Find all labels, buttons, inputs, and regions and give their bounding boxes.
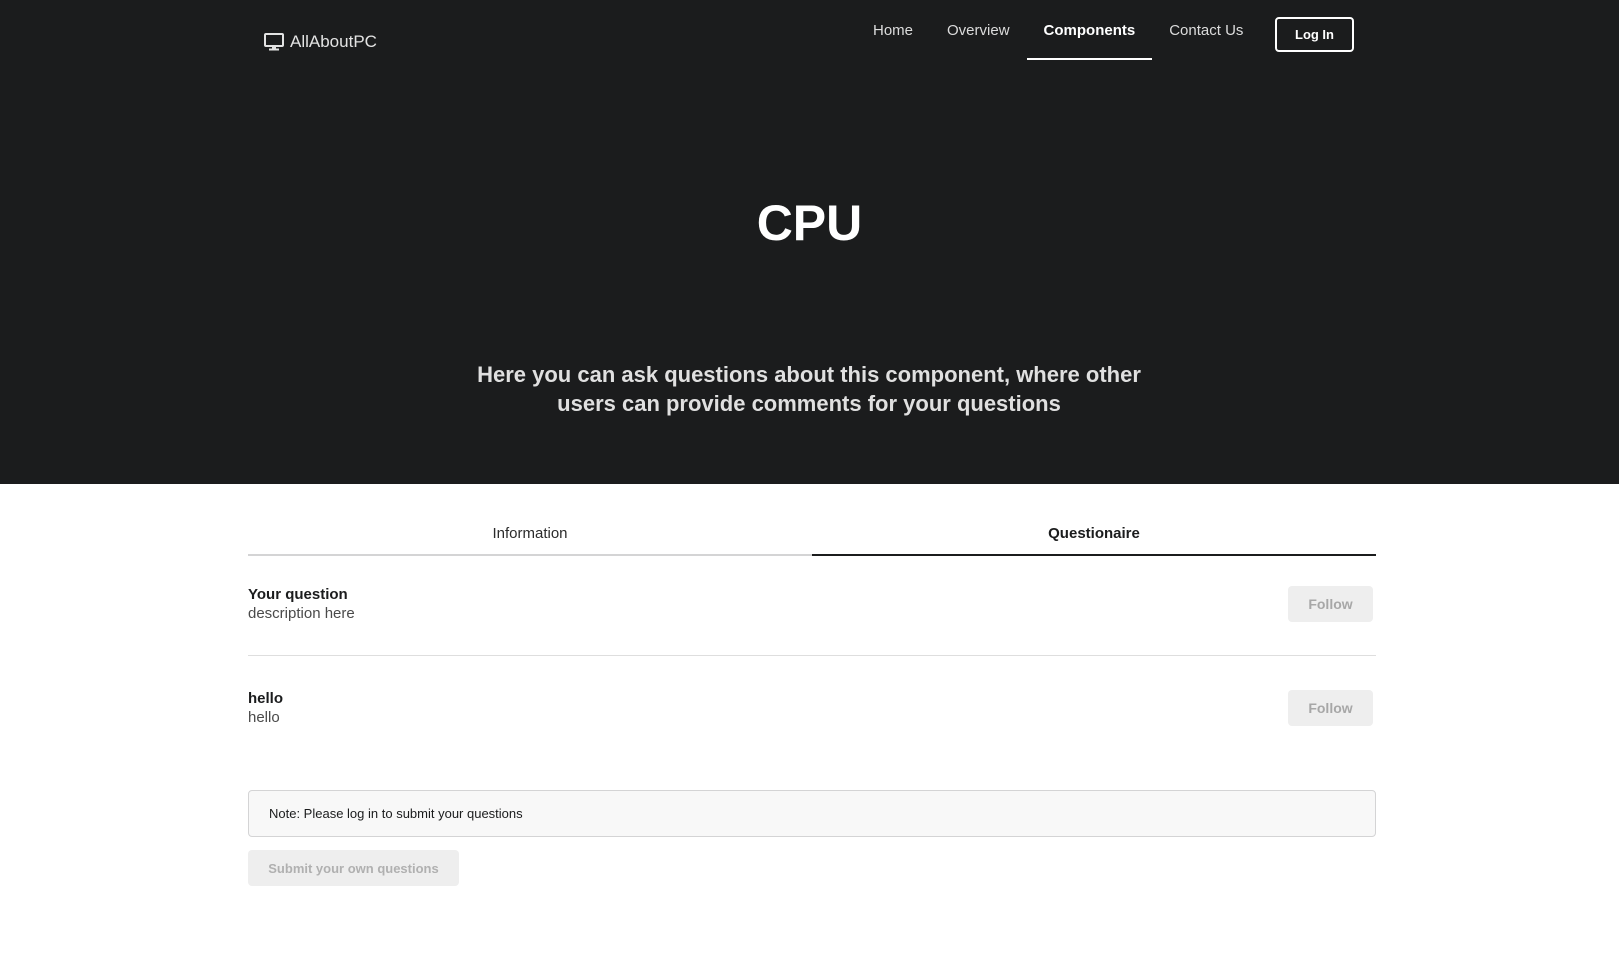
question-divider: [248, 655, 1376, 656]
question-item: hello hello Follow: [248, 689, 1376, 733]
question-description: description here: [248, 605, 355, 622]
login-button[interactable]: Log In: [1275, 17, 1354, 52]
question-description: hello: [248, 709, 280, 726]
brand-logo[interactable]: AllAboutPC: [264, 28, 377, 56]
main-nav: Home Overview Components Contact Us: [856, 0, 1260, 60]
submit-question-button[interactable]: Submit your own questions: [248, 850, 459, 886]
page-title: CPU: [756, 195, 863, 251]
nav-item-home[interactable]: Home: [856, 0, 930, 60]
question-item: Your question description here Follow: [248, 585, 1376, 629]
follow-button[interactable]: Follow: [1288, 690, 1373, 726]
tab-questionaire[interactable]: Questionaire: [812, 520, 1376, 556]
tab-information[interactable]: Information: [248, 520, 812, 554]
question-title: hello: [248, 690, 284, 707]
question-title: Your question: [248, 586, 348, 603]
follow-button[interactable]: Follow: [1288, 586, 1373, 622]
content-tabs: Information Questionaire: [248, 520, 1376, 556]
hero-section: AllAboutPC Home Overview Components Cont…: [0, 0, 1619, 484]
page-subtitle: Here you can ask questions about this co…: [477, 362, 1141, 416]
desktop-monitor-icon: [264, 33, 284, 51]
nav-item-contact-us[interactable]: Contact Us: [1152, 0, 1260, 60]
login-note: Note: Please log in to submit your quest…: [248, 790, 1376, 837]
brand-name: AllAboutPC: [290, 32, 377, 51]
nav-item-components[interactable]: Components: [1026, 0, 1153, 60]
nav-item-overview[interactable]: Overview: [930, 0, 1027, 60]
